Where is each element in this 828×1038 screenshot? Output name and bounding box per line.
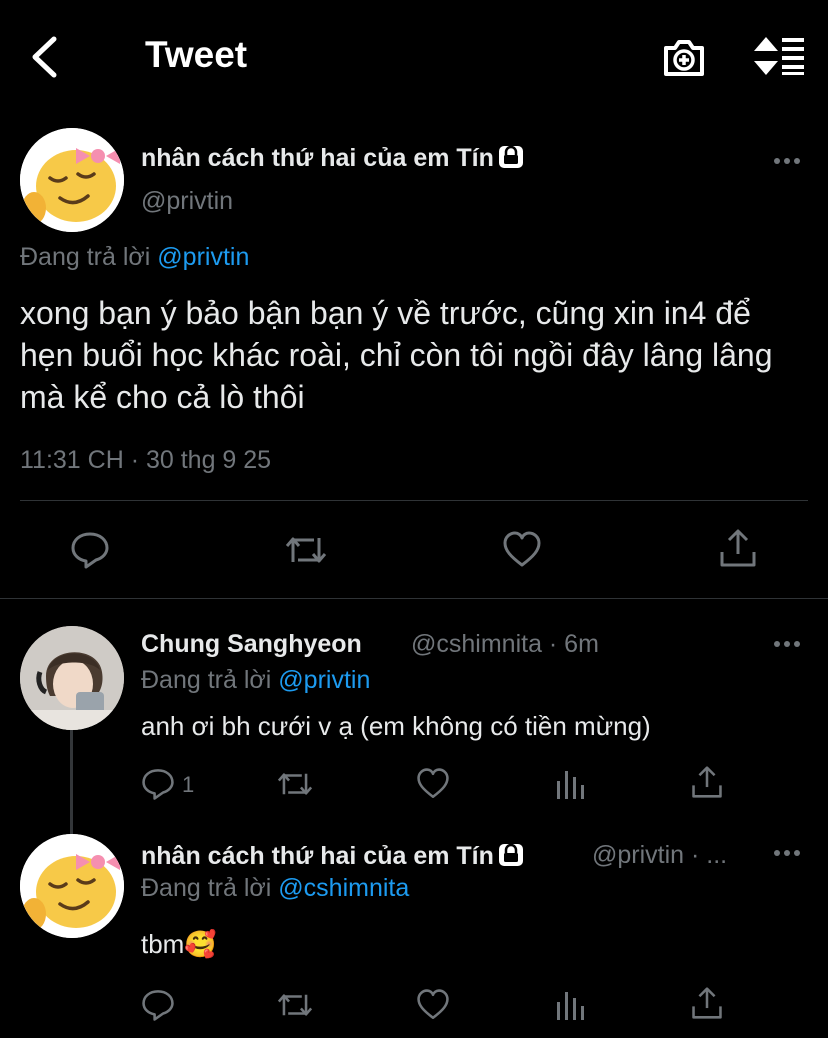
share-button[interactable] bbox=[691, 765, 723, 799]
analytics-icon bbox=[557, 771, 584, 799]
reply-text: anh ơi bh cưới v ạ (em không có tiền mừn… bbox=[141, 711, 651, 741]
replying-to: Đang trả lời @privtin bbox=[20, 243, 249, 272]
like-button[interactable] bbox=[416, 767, 450, 801]
author-handle[interactable]: @privtin · ... bbox=[592, 841, 727, 870]
retweet-button[interactable] bbox=[276, 988, 314, 1022]
replying-to: Đang trả lời @cshimnita bbox=[141, 874, 409, 903]
reply-icon bbox=[71, 532, 109, 569]
avatar[interactable] bbox=[20, 626, 124, 730]
camera-plus-icon bbox=[664, 40, 704, 76]
divider bbox=[20, 500, 808, 501]
tweet-text: xong bạn ý bảo bận bạn ý về trước, cũng … bbox=[20, 295, 773, 415]
mention-link[interactable]: @privtin bbox=[157, 243, 249, 271]
replying-to-label: Đang trả lời bbox=[141, 874, 272, 902]
share-icon bbox=[720, 529, 756, 567]
lock-icon bbox=[498, 145, 523, 168]
author-handle[interactable]: @cshimnita · 6m bbox=[411, 630, 599, 659]
reply-button[interactable] bbox=[141, 988, 175, 1022]
divider bbox=[0, 598, 828, 599]
reply-button[interactable] bbox=[70, 530, 110, 570]
share-icon bbox=[692, 766, 722, 798]
camera-button[interactable] bbox=[662, 36, 706, 78]
author-name-text: nhân cách thứ hai của em Tín bbox=[141, 144, 494, 172]
replying-to-label: Đang trả lời bbox=[141, 666, 272, 694]
avatar[interactable] bbox=[20, 128, 124, 232]
profile-photo-icon bbox=[20, 626, 124, 730]
reply-button[interactable] bbox=[141, 767, 175, 801]
more-options-button[interactable] bbox=[774, 641, 802, 649]
more-options-button[interactable] bbox=[774, 158, 802, 166]
like-button[interactable] bbox=[416, 988, 450, 1022]
heart-icon bbox=[503, 531, 541, 567]
author-name[interactable]: Chung Sanghyeon bbox=[141, 630, 362, 659]
analytics-icon bbox=[557, 992, 584, 1020]
replying-to-label: Đang trả lời bbox=[20, 243, 151, 271]
retweet-button[interactable] bbox=[276, 767, 314, 801]
mention-link[interactable]: @cshimnita bbox=[278, 874, 409, 902]
replying-to: Đang trả lời @privtin bbox=[141, 666, 370, 695]
share-icon bbox=[692, 987, 722, 1019]
analytics-button[interactable] bbox=[555, 767, 587, 801]
heart-icon bbox=[417, 768, 449, 799]
page-title: Tweet bbox=[145, 34, 248, 75]
more-options-button[interactable] bbox=[774, 850, 802, 858]
thread-connector bbox=[70, 730, 73, 834]
author-handle[interactable]: @privtin bbox=[141, 187, 233, 216]
retweet-icon bbox=[277, 994, 313, 1016]
reply-count: 1 bbox=[182, 772, 195, 797]
reply-icon bbox=[142, 990, 174, 1021]
heart-icon bbox=[417, 989, 449, 1020]
reply-text: tbm🥰 bbox=[141, 929, 217, 959]
author-name[interactable]: nhân cách thứ hai của em Tín bbox=[141, 143, 524, 173]
top-bar: Tweet bbox=[0, 0, 828, 112]
retweet-icon bbox=[285, 537, 327, 563]
share-button[interactable] bbox=[691, 986, 723, 1020]
tweet-timestamp[interactable]: 11:31 CH · 30 thg 9 25 bbox=[20, 446, 271, 475]
avatar[interactable] bbox=[20, 834, 124, 938]
author-name[interactable]: nhân cách thứ hai của em Tín bbox=[141, 841, 524, 871]
reply-icon bbox=[142, 769, 174, 800]
analytics-button[interactable] bbox=[555, 988, 587, 1022]
mention-link[interactable]: @privtin bbox=[278, 666, 370, 694]
sort-icon bbox=[754, 37, 804, 75]
share-button[interactable] bbox=[719, 528, 757, 568]
retweet-icon bbox=[277, 773, 313, 795]
retweet-button[interactable] bbox=[284, 530, 328, 570]
author-name-text: nhân cách thứ hai của em Tín bbox=[141, 842, 494, 870]
back-button[interactable] bbox=[26, 34, 66, 80]
chevron-left-icon bbox=[32, 36, 57, 78]
lock-icon bbox=[498, 843, 523, 866]
sort-button[interactable] bbox=[752, 36, 806, 76]
relieved-face-icon bbox=[20, 128, 124, 232]
like-button[interactable] bbox=[502, 530, 542, 570]
relieved-face-icon bbox=[20, 834, 124, 938]
